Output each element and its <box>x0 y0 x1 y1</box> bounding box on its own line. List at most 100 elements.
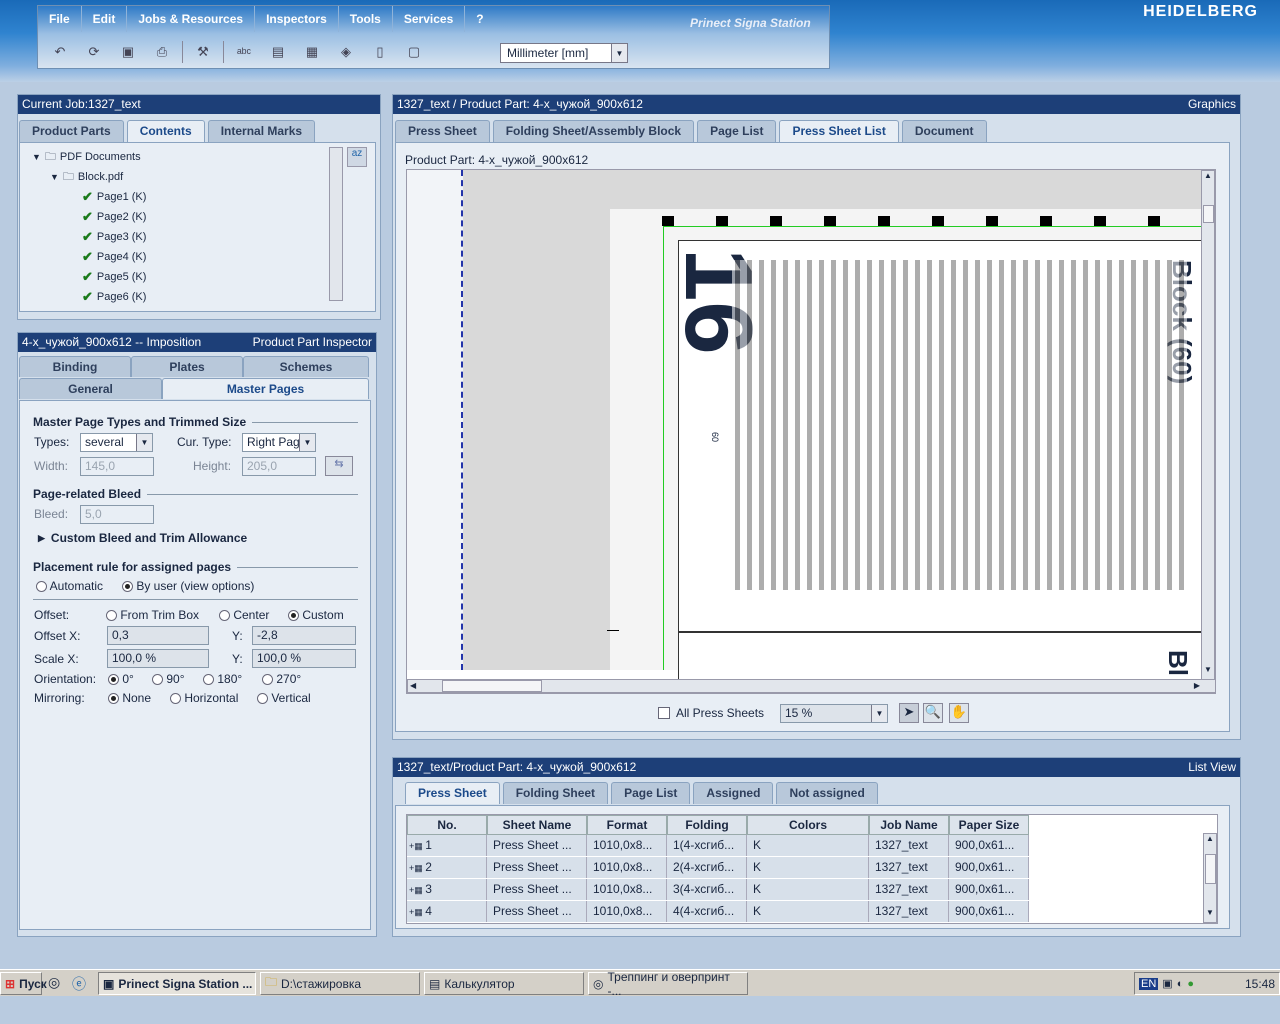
radio-orientation-180[interactable]: 180° <box>203 672 242 686</box>
col-paper-size[interactable]: Paper Size <box>949 815 1029 835</box>
task-browser[interactable]: ◎ Треппинг и оверпринт -... <box>588 970 748 998</box>
horizontal-splitter[interactable] <box>392 742 1241 754</box>
language-indicator[interactable]: EN <box>1139 977 1159 990</box>
tab-document[interactable]: Document <box>901 120 987 142</box>
menu-jobs-resources[interactable]: Jobs & Resources <box>127 6 256 32</box>
vertical-splitter[interactable] <box>381 94 391 939</box>
network-icon[interactable]: ▣ <box>1162 977 1172 990</box>
menu-inspectors[interactable]: Inspectors <box>255 6 339 32</box>
tree-node-pdf-documents[interactable]: ▼ 🗀 PDF Documents <box>32 147 146 167</box>
radio-orientation-0[interactable]: 0° <box>108 672 134 686</box>
expand-icon[interactable]: +▦ <box>409 863 425 873</box>
page-icon[interactable]: ▯ <box>366 40 394 64</box>
tree-node-page[interactable]: ✔ Page1 (K) <box>32 187 146 207</box>
tab-product-parts[interactable]: Product Parts <box>19 120 124 142</box>
menu-help[interactable]: ? <box>465 6 494 32</box>
units-select[interactable]: Millimeter [mm] ▼ <box>500 43 628 63</box>
chevron-down-icon[interactable]: ▼ <box>611 44 627 62</box>
scroll-right-icon[interactable]: ▶ <box>1194 681 1200 690</box>
col-sheet-name[interactable]: Sheet Name <box>487 815 587 835</box>
all-press-sheets-checkbox[interactable]: All Press Sheets <box>658 706 764 720</box>
refresh-icon[interactable]: ⟳ <box>80 40 108 64</box>
document-icon[interactable]: ▤ <box>264 40 292 64</box>
width-field[interactable]: 145,0 <box>80 457 154 476</box>
scroll-down-icon[interactable]: ▼ <box>1204 908 1216 922</box>
hand-tool-icon[interactable]: ✋ <box>949 703 969 723</box>
col-job-name[interactable]: Job Name <box>869 815 949 835</box>
col-no[interactable]: No. <box>407 815 487 835</box>
start-button[interactable]: ⊞ Пуск <box>0 972 47 995</box>
chevron-down-icon[interactable]: ▼ <box>871 705 887 722</box>
tab-internal-marks[interactable]: Internal Marks <box>207 120 316 142</box>
tab-page-list[interactable]: Page List <box>697 120 777 142</box>
print-icon[interactable]: ⎙ <box>148 40 176 64</box>
tab-plates[interactable]: Plates <box>131 356 243 377</box>
chevron-down-icon[interactable]: ▼ <box>299 434 315 451</box>
menu-file[interactable]: File <box>38 6 82 32</box>
security-icon[interactable]: ● <box>1187 978 1194 990</box>
tab-folding-sheet[interactable]: Folding Sheet/Assembly Block <box>492 120 695 142</box>
radio-orientation-270[interactable]: 270° <box>262 672 301 686</box>
expand-icon[interactable]: +▦ <box>409 907 425 917</box>
scroll-up-icon[interactable]: ▲ <box>1202 171 1214 185</box>
tree-node-page[interactable]: ✔ Page2 (K) <box>32 207 146 227</box>
tab-list-assigned[interactable]: Assigned <box>693 782 774 804</box>
tab-master-pages[interactable]: Master Pages <box>162 378 369 399</box>
viewport-vertical-scrollbar[interactable]: ▲ ▼ <box>1201 170 1215 680</box>
radio-mirror-horizontal[interactable]: Horizontal <box>170 691 238 705</box>
tab-list-not-assigned[interactable]: Not assigned <box>776 782 878 804</box>
menu-services[interactable]: Services <box>393 6 466 32</box>
radio-mirror-none[interactable]: None <box>108 691 151 705</box>
sheet-viewport[interactable]: 16 Block (60) Bl 60 ▲ ▼ ◀ ▶ <box>406 169 1216 694</box>
col-folding-sheet[interactable]: Folding Sheet <box>667 815 747 850</box>
scroll-thumb[interactable] <box>1205 854 1216 884</box>
table-row[interactable]: +▦ 4 Press Sheet ... 1010,0x8... 4(4-хсг… <box>407 901 1029 923</box>
tree-node-page[interactable]: ✔ Page6 (K) <box>32 287 146 307</box>
zoom-select[interactable]: 15 % ▼ <box>780 704 888 723</box>
tree-scrollbar[interactable] <box>329 147 343 301</box>
impose-icon[interactable]: ⚒ <box>189 40 217 64</box>
table-row[interactable]: +▦ 2 Press Sheet ... 1010,0x8... 2(4-хсг… <box>407 857 1029 879</box>
tab-list-press-sheet[interactable]: Press Sheet <box>405 782 500 804</box>
radio-orientation-90[interactable]: 90° <box>152 672 185 686</box>
volume-icon[interactable]: ◐ <box>1177 978 1184 990</box>
scale-x-field[interactable]: 100,0 % <box>107 649 209 668</box>
tree-node-page[interactable]: ✔ Page5 (K) <box>32 267 146 287</box>
chevron-down-icon[interactable]: ▼ <box>136 434 152 451</box>
scroll-thumb[interactable] <box>442 680 542 692</box>
tab-press-sheet[interactable]: Press Sheet <box>395 120 490 142</box>
expand-icon[interactable]: +▦ <box>409 841 425 851</box>
back-icon[interactable]: ↶ <box>46 40 74 64</box>
tree-node-page[interactable]: ✔ Page3 (K) <box>32 227 146 247</box>
tab-contents[interactable]: Contents <box>126 120 205 142</box>
table-row[interactable]: +▦ 3 Press Sheet ... 1010,0x8... 3(4-хсг… <box>407 879 1029 901</box>
height-field[interactable]: 205,0 <box>242 457 316 476</box>
expand-icon[interactable]: +▦ <box>409 885 425 895</box>
radio-from-trim-box[interactable]: From Trim Box <box>106 608 199 622</box>
scroll-down-icon[interactable]: ▼ <box>1202 665 1214 679</box>
tab-schemes[interactable]: Schemes <box>243 356 369 377</box>
scroll-thumb[interactable] <box>1203 205 1214 223</box>
radio-automatic[interactable]: Automatic <box>36 579 103 593</box>
tab-general[interactable]: General <box>19 378 162 399</box>
curtype-select[interactable]: Right Pag ▼ <box>242 433 316 452</box>
tab-list-folding-sheet[interactable]: Folding Sheet <box>502 782 609 804</box>
offset-y-field[interactable]: -2,8 <box>252 626 356 645</box>
tab-list-page-list[interactable]: Page List <box>611 782 691 804</box>
custom-bleed-toggle[interactable]: ▶ Custom Bleed and Trim Allowance <box>38 531 247 545</box>
swap-size-icon[interactable]: ⇆ <box>325 456 353 476</box>
viewport-horizontal-scrollbar[interactable]: ◀ ▶ <box>407 679 1215 693</box>
blank-page-icon[interactable]: ▢ <box>400 40 428 64</box>
table-row[interactable]: +▦ 1 Press Sheet ... 1010,0x8... 1(4-хсг… <box>407 835 1029 857</box>
scale-y-field[interactable]: 100,0 % <box>252 649 356 668</box>
radio-custom[interactable]: Custom <box>288 608 344 622</box>
radio-mirror-vertical[interactable]: Vertical <box>257 691 311 705</box>
pointer-tool-icon[interactable]: ➤ <box>899 703 919 723</box>
scroll-left-icon[interactable]: ◀ <box>410 681 416 690</box>
spellcheck-icon[interactable]: ᵃᵇᶜ <box>230 40 258 64</box>
tree-node-page[interactable]: ✔ Page4 (K) <box>32 247 146 267</box>
scroll-up-icon[interactable]: ▲ <box>1204 834 1216 848</box>
radio-center[interactable]: Center <box>219 608 269 622</box>
zoom-tool-icon[interactable]: 🔍 <box>923 703 943 723</box>
menu-tools[interactable]: Tools <box>339 6 393 32</box>
